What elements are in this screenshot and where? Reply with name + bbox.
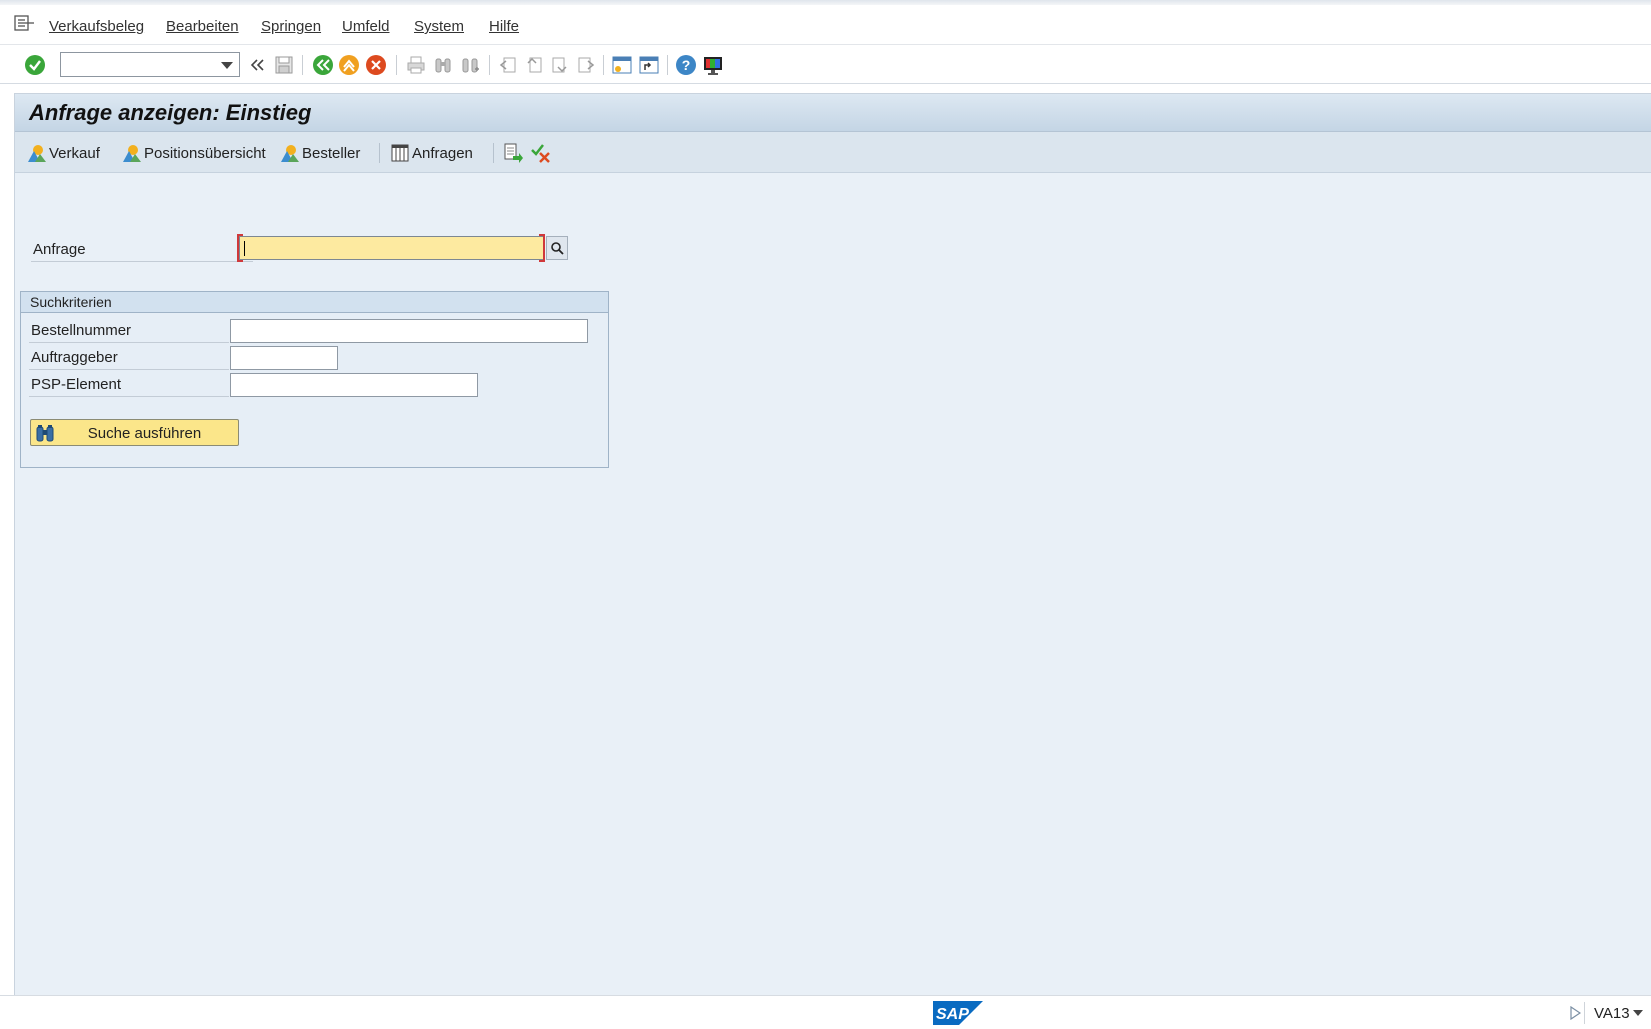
next-page-icon[interactable] [549, 54, 571, 76]
menu-umfeld[interactable]: Umfeld [342, 18, 390, 35]
overview-mountain-icon [123, 145, 141, 162]
menu-springen[interactable]: Springen [261, 18, 321, 35]
system-menu-icon[interactable] [14, 15, 36, 33]
create-shortcut-icon[interactable] [638, 54, 660, 76]
chevron-down-icon[interactable] [1633, 1010, 1643, 1016]
customize-layout-icon[interactable] [702, 54, 724, 76]
document-arrow-icon [504, 143, 523, 163]
save-icon[interactable] [273, 54, 295, 76]
psp-element-label: PSP-Element [31, 376, 122, 393]
toolbar-separator [603, 55, 604, 75]
toolbar-separator [667, 55, 668, 75]
anfragen-button[interactable]: Anfragen [390, 142, 473, 164]
text-cursor [244, 241, 245, 256]
print-icon[interactable] [405, 54, 427, 76]
exit-icon[interactable] [338, 54, 360, 76]
svg-text:SAP: SAP [936, 1006, 969, 1023]
search-icon [551, 242, 564, 255]
status-triangle-icon[interactable] [1569, 1005, 1582, 1024]
overview-mountain-icon [281, 145, 299, 162]
psp-element-input[interactable] [230, 373, 478, 397]
status-separator [1584, 1002, 1585, 1024]
standard-toolbar: ? [0, 46, 1651, 84]
label-underline [29, 396, 229, 397]
auftraggeber-label: Auftraggeber [31, 349, 118, 366]
overview-mountain-icon [28, 145, 46, 162]
list-table-icon [391, 144, 409, 162]
bestellnummer-label: Bestellnummer [31, 322, 132, 339]
required-bracket-right [539, 234, 545, 262]
check-cross-icon [531, 144, 550, 163]
group-header: Suchkriterien [21, 292, 608, 313]
status-bar: SAP VA13 [0, 995, 1651, 1029]
search-criteria-group: Suchkriterien Bestellnummer Auftraggeber… [20, 291, 609, 468]
application-toolbar: Verkauf Positionsübersicht Besteller Anf… [15, 132, 1651, 173]
back-icon[interactable] [312, 54, 334, 76]
svg-text:?: ? [682, 57, 691, 73]
toolbar-separator [396, 55, 397, 75]
menu-bearbeiten[interactable]: Bearbeiten [166, 18, 239, 35]
auftraggeber-input[interactable] [230, 346, 338, 370]
previous-page-icon[interactable] [523, 54, 545, 76]
main-screen: Anfrage anzeigen: Einstieg Verkauf Posit… [14, 93, 1651, 995]
sap-logo: SAP [933, 1001, 983, 1029]
document-copy-button[interactable] [502, 142, 524, 164]
first-page-icon[interactable] [497, 54, 519, 76]
value-help-button[interactable] [546, 236, 568, 260]
execute-search-label: Suche ausführen [87, 425, 202, 442]
menu-hilfe[interactable]: Hilfe [489, 18, 519, 35]
cancel-icon[interactable] [365, 54, 387, 76]
bestellnummer-input[interactable] [230, 319, 588, 343]
execute-search-button[interactable]: Suche ausführen [30, 419, 239, 446]
help-icon[interactable]: ? [675, 54, 697, 76]
chevron-down-icon[interactable] [221, 62, 233, 69]
label-underline [29, 369, 229, 370]
create-session-icon[interactable] [611, 54, 633, 76]
label-underline [29, 342, 229, 343]
command-field[interactable] [60, 52, 240, 77]
positionsuebersicht-button[interactable]: Positionsübersicht [122, 142, 266, 164]
toolbar-separator [379, 143, 380, 163]
last-page-icon[interactable] [575, 54, 597, 76]
find-icon[interactable] [432, 54, 454, 76]
toolbar-separator [493, 143, 494, 163]
collapse-icon[interactable] [246, 54, 268, 76]
anfrage-label: Anfrage [33, 241, 86, 258]
check-reject-button[interactable] [530, 142, 552, 164]
label-underline [31, 261, 253, 262]
menu-bar: Verkaufsbeleg Bearbeiten Springen Umfeld… [0, 5, 1651, 45]
group-title: Suchkriterien [30, 294, 112, 310]
page-title: Anfrage anzeigen: Einstieg [29, 100, 312, 125]
besteller-button[interactable]: Besteller [280, 142, 360, 164]
menu-verkaufsbeleg[interactable]: Verkaufsbeleg [49, 18, 144, 35]
screen-title-bar: Anfrage anzeigen: Einstieg [15, 94, 1651, 132]
menu-system[interactable]: System [414, 18, 464, 35]
verkauf-button[interactable]: Verkauf [27, 142, 100, 164]
enter-icon[interactable] [24, 54, 46, 76]
transaction-code: VA13 [1594, 1005, 1630, 1022]
anfrage-input[interactable] [239, 236, 545, 260]
toolbar-separator [489, 55, 490, 75]
find-next-icon[interactable] [459, 54, 481, 76]
toolbar-separator [302, 55, 303, 75]
